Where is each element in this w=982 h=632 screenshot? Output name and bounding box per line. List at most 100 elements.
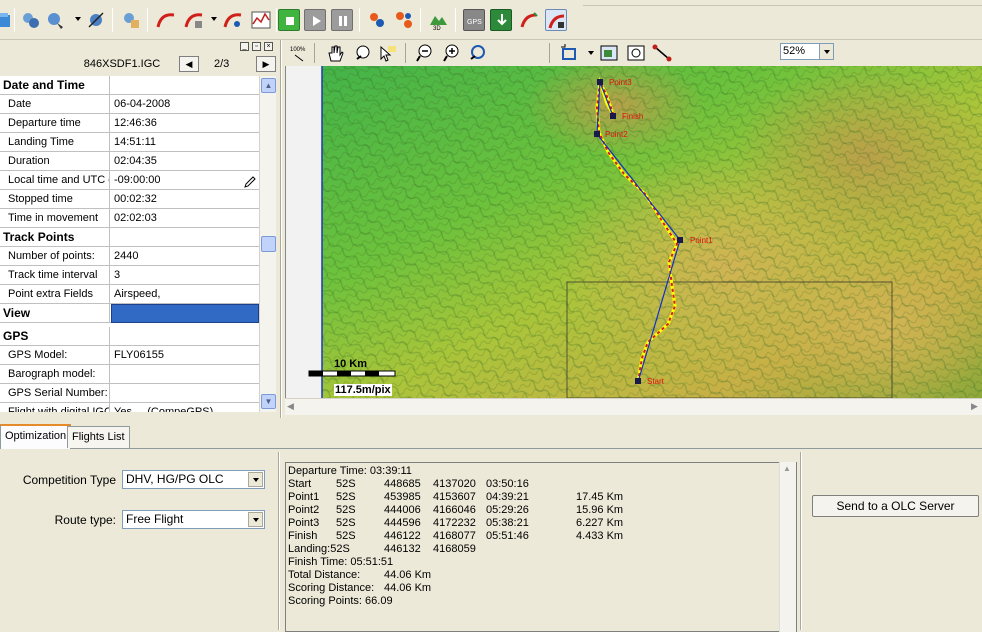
pencil-icon[interactable] [243, 175, 257, 189]
results-scrollbar[interactable]: ▲ [779, 462, 796, 632]
grid-row-value[interactable]: 2440 [111, 247, 259, 266]
main-toolbar: 3D GPS [0, 0, 982, 40]
track-edit-icon[interactable] [183, 9, 205, 31]
grid-row-value[interactable]: Yes ... (CompeGPS) [111, 403, 259, 412]
pause-icon[interactable] [331, 9, 353, 31]
track-icon[interactable] [155, 9, 177, 31]
grid-row[interactable]: Landing Time 14:51:11 [0, 133, 259, 152]
grid-row[interactable]: Duration 02:04:35 [0, 152, 259, 171]
grid-row-value[interactable]: 14:51:11 [111, 133, 259, 152]
layers-icon[interactable] [598, 43, 620, 63]
grid-row-value[interactable]: Airspeed, [111, 285, 259, 304]
zoom-level-select[interactable]: 52% [780, 43, 834, 60]
select-arrow-icon[interactable] [377, 43, 399, 63]
grid-row[interactable]: Departure time 12:46:36 [0, 114, 259, 133]
chevron-down-icon[interactable] [819, 44, 833, 59]
scroll-right-icon[interactable]: ▶ [971, 401, 978, 412]
scroll-up-icon[interactable]: ▲ [783, 464, 791, 473]
grid-row-value[interactable] [111, 384, 259, 403]
grid-row[interactable]: View [0, 304, 259, 323]
waypoint-start[interactable] [635, 378, 641, 384]
map-horizontal-scrollbar[interactable]: ◀ ▶ [285, 398, 982, 415]
waypoint-point3[interactable] [597, 79, 603, 85]
grid-row-value[interactable]: 00:02:32 [111, 190, 259, 209]
grid-row-value[interactable]: 06-04-2008 [111, 95, 259, 114]
zoom-out-icon[interactable] [414, 43, 436, 63]
grid-row[interactable]: Flight with digital IGC Yes ... (CompeGPS… [0, 403, 259, 412]
grid-row-value[interactable]: FLY06155 [111, 346, 259, 365]
grid-row-value[interactable]: 3 [111, 266, 259, 285]
grid-row-value[interactable] [111, 304, 259, 323]
scroll-thumb[interactable] [261, 236, 276, 252]
stop-icon[interactable] [278, 9, 300, 31]
3d-view-icon[interactable]: 3D [427, 9, 449, 31]
grid-row-value[interactable]: -09:00:00 [111, 171, 259, 190]
waypoint-point2[interactable] [594, 131, 600, 137]
previous-file-button[interactable]: ◀ [179, 56, 199, 72]
measure-icon[interactable] [651, 43, 673, 63]
waypoint-finish[interactable] [610, 113, 616, 119]
grid-row-key: Time in movement [0, 209, 110, 228]
chevron-down-icon[interactable] [248, 472, 263, 487]
terrain-map[interactable]: 10 Km 117.5m/pix Point3 Finish Point2 Po… [285, 66, 982, 398]
waypoint-edit-icon[interactable] [45, 9, 67, 31]
grid-row[interactable]: Number of points: 2440 [0, 247, 259, 266]
grid-row[interactable]: Stopped time 00:02:32 [0, 190, 259, 209]
tab-flights-list[interactable]: Flights List [67, 426, 130, 448]
profile-chart-icon[interactable] [250, 9, 272, 31]
play-icon[interactable] [304, 9, 326, 31]
chevron-down-icon[interactable] [248, 512, 263, 527]
grid-row-value [111, 76, 259, 95]
grid-category[interactable]: GPS [0, 327, 259, 346]
competition-type-label: Competition Type [22, 473, 116, 487]
route-icon[interactable] [85, 9, 107, 31]
pan-hand-icon[interactable] [325, 43, 347, 63]
grid-row[interactable]: Barograph model: [0, 365, 259, 384]
result-cell-d: 17.45 Km [576, 491, 624, 503]
grid-row-value[interactable]: 02:04:35 [111, 152, 259, 171]
gps-icon[interactable]: GPS [463, 9, 485, 31]
finish-time: Finish Time: 05:51:51 [288, 556, 394, 568]
rotate-icon[interactable] [558, 43, 580, 63]
minimize-icon[interactable]: _ [240, 42, 249, 51]
grid-row[interactable]: GPS Serial Number: [0, 384, 259, 403]
grid-row[interactable]: Track time interval 3 [0, 266, 259, 285]
route-type-select[interactable]: Free Flight [122, 510, 265, 529]
competition-type-select[interactable]: DHV, HG/PG OLC [122, 470, 265, 489]
optimize-icon[interactable] [545, 9, 567, 31]
tab-optimization[interactable]: Optimization [0, 424, 72, 449]
pilots-icon[interactable] [393, 9, 415, 31]
grid-row-value[interactable]: 02:02:03 [111, 209, 259, 228]
waypoint-point1[interactable] [677, 237, 683, 243]
zoom-in-icon[interactable] [441, 43, 463, 63]
track-upload-icon[interactable] [518, 9, 540, 31]
restore-icon[interactable]: ▫ [252, 42, 261, 51]
pilot-icon[interactable] [366, 9, 388, 31]
grid-row-value[interactable]: 12:46:36 [111, 114, 259, 133]
grid-row[interactable]: GPS Model: FLY06155 [0, 346, 259, 365]
zoom-refresh-icon[interactable] [467, 43, 489, 63]
waypoints-icon[interactable] [20, 9, 42, 31]
zoom-100-icon[interactable]: 100% [289, 43, 311, 63]
grid-category[interactable]: Date and Time [0, 76, 259, 95]
zoom-select-icon[interactable] [353, 43, 375, 63]
scoring-distance-label: Scoring Distance: [288, 582, 375, 594]
result-cell-name: Finish [288, 530, 318, 542]
map-view-icon[interactable] [625, 43, 647, 63]
scroll-up-icon[interactable]: ▲ [261, 78, 276, 93]
hand-waypoint-icon[interactable] [120, 9, 142, 31]
track-cut-icon[interactable] [222, 9, 244, 31]
next-file-button[interactable]: ▶ [256, 56, 276, 72]
send-olc-server-button[interactable]: Send to a OLC Server [812, 495, 979, 517]
gps-download-icon[interactable] [490, 9, 512, 31]
close-icon[interactable]: × [264, 42, 273, 51]
scroll-left-icon[interactable]: ◀ [287, 401, 294, 412]
grid-row[interactable]: Local time and UTC d -09:00:00 [0, 171, 259, 190]
grid-row-value[interactable] [111, 365, 259, 384]
grid-category[interactable]: Track Points [0, 228, 259, 247]
grid-row[interactable]: Time in movement 02:02:03 [0, 209, 259, 228]
scroll-down-icon[interactable]: ▼ [261, 394, 276, 409]
property-grid-scrollbar[interactable]: ▲ ▼ [259, 76, 276, 412]
grid-row[interactable]: Date 06-04-2008 [0, 95, 259, 114]
grid-row[interactable]: Point extra Fields Airspeed, [0, 285, 259, 304]
